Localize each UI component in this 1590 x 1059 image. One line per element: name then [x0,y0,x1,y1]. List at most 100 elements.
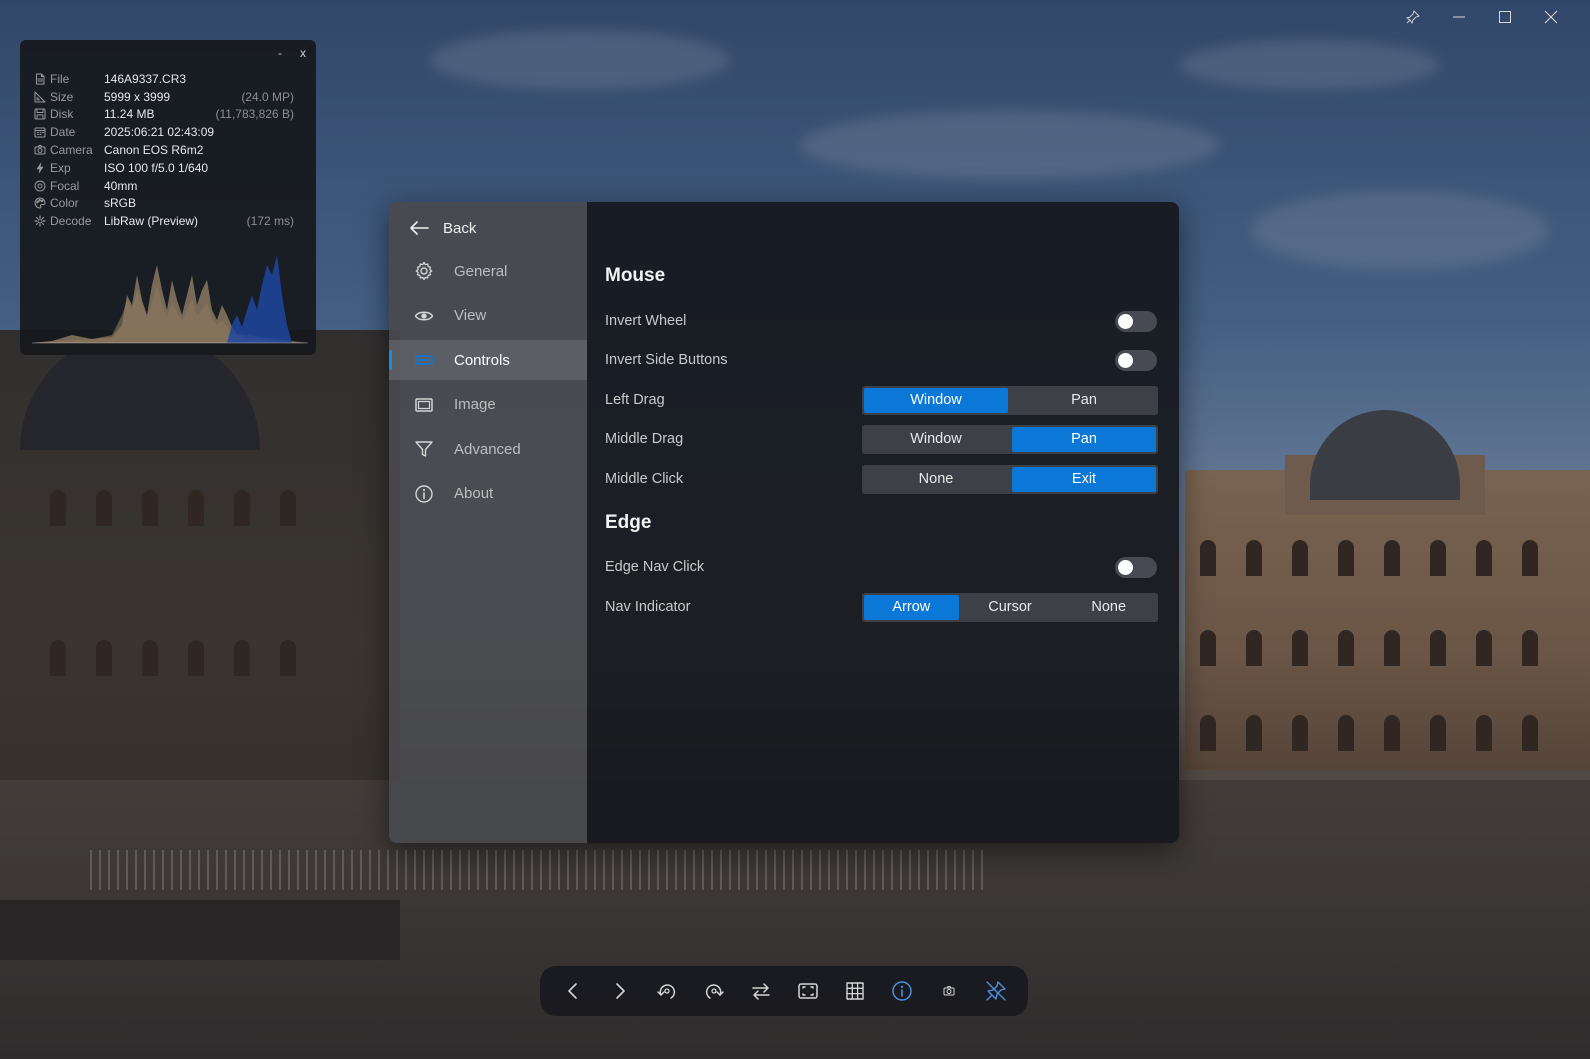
info-label: Color [50,196,79,211]
section-title-edge: Edge [605,512,652,533]
setting-label: Middle Drag [605,431,684,447]
invert-wheel-toggle[interactable] [1115,310,1157,332]
info-row: Camera Canon EOS R6m2 [32,141,294,159]
file-icon [32,73,48,85]
edge-nav-click-toggle[interactable] [1115,556,1157,578]
close-icon[interactable] [1528,6,1574,28]
setting-label: Invert Side Buttons [605,352,728,368]
camera-icon [32,144,48,156]
focal-icon [32,180,48,192]
info-label: Exp [50,160,71,175]
info-value: 146A9337.CR3 [104,71,187,86]
info-value: 2025:06:21 02:43:09 [104,125,215,140]
info-row: Focal 40mm [32,177,294,195]
nav-item-controls[interactable]: Controls [389,340,587,380]
setting-nav-indicator: Nav Indicator Arrow Cursor None [605,592,1158,622]
invert-side-buttons-toggle[interactable] [1115,349,1157,371]
setting-invert-side-buttons: Invert Side Buttons [605,345,1158,375]
info-row: Disk 11.24 MB (11,783,826 B) [32,106,294,124]
pin-icon[interactable] [1390,6,1436,28]
info-minimize-button[interactable]: - [278,46,282,60]
swap-icon[interactable] [743,973,779,1009]
segment-option-arrow[interactable]: Arrow [864,594,959,620]
segment-option-exit[interactable]: Exit [1012,466,1156,492]
info-label: Focal [50,178,80,193]
fit-screen-icon[interactable] [790,973,826,1009]
info-label: Decode [50,214,92,229]
arrow-left-icon [409,220,429,236]
setting-label: Edge Nav Click [605,559,705,575]
segment-option-none[interactable]: None [1061,595,1156,620]
calendar-icon [32,126,48,138]
flash-icon [32,162,48,174]
grid-icon[interactable] [837,973,873,1009]
camera-icon[interactable] [931,973,967,1009]
segment-option-pan[interactable]: Pan [1012,388,1156,413]
nav-label: About [454,485,494,502]
left-drag-segmented: Window Pan [862,385,1158,415]
info-value: 40mm [104,178,138,193]
setting-invert-wheel: Invert Wheel [605,306,1158,336]
segment-option-pan[interactable]: Pan [1012,426,1156,452]
nav-label: General [454,262,508,280]
eye-icon [414,306,434,326]
back-button[interactable]: Back [409,217,476,239]
info-label: Disk [50,107,74,122]
setting-middle-click: Middle Click None Exit [605,464,1158,494]
info-label: Date [50,125,76,140]
nav-item-view[interactable]: View [389,296,587,336]
nav-label: Controls [454,351,510,369]
gear-icon [414,261,434,281]
histogram [32,255,308,344]
setting-middle-drag: Middle Drag Window Pan [605,424,1158,454]
minimize-icon[interactable] [1436,6,1482,28]
decode-icon [32,215,48,227]
nav-item-general[interactable]: General [389,251,587,291]
rotate-left-icon[interactable] [649,973,685,1009]
info-label: Camera [50,143,93,158]
filter-icon [414,439,434,459]
disk-icon [32,108,48,120]
chevron-right-icon[interactable] [602,973,638,1009]
palette-icon [32,197,48,209]
window-controls [1390,6,1574,28]
segment-option-cursor[interactable]: Cursor [963,595,1058,620]
info-close-button[interactable]: x [300,46,306,60]
settings-content: Mouse Invert Wheel Invert Side Buttons L… [587,202,1179,843]
nav-item-about[interactable]: About [389,474,587,514]
info-extra: (172 ms) [246,214,294,229]
info-icon [414,484,434,504]
info-value: 11.24 MB [104,107,155,122]
middle-click-segmented: None Exit [862,464,1158,494]
segment-option-window[interactable]: Window [864,427,1008,452]
info-value: 5999 x 3999 [104,89,171,104]
nav-item-image[interactable]: Image [389,385,587,425]
info-row: Decode LibRaw (Preview) (172 ms) [32,212,294,230]
back-label: Back [443,219,477,237]
size-icon [32,91,48,103]
chevron-left-icon[interactable] [555,973,591,1009]
info-row: Color sRGB [32,195,294,213]
controls-icon [414,350,434,370]
info-circle-icon[interactable] [884,973,920,1009]
info-extra: (24.0 MP) [241,89,294,104]
nav-indicator-segmented: Arrow Cursor None [862,592,1158,622]
settings-dialog: Back General View Controls Image Advance… [389,202,1179,843]
section-title-mouse: Mouse [605,265,666,286]
info-row: Date 2025:06:21 02:43:09 [32,123,294,141]
setting-label: Middle Click [605,471,684,487]
unpin-icon[interactable] [978,973,1014,1009]
maximize-icon[interactable] [1482,6,1528,28]
setting-label: Invert Wheel [605,313,687,329]
rotate-right-icon[interactable] [696,973,732,1009]
info-value: Canon EOS R6m2 [104,143,204,158]
bottom-toolbar [540,966,1028,1016]
info-label: Size [50,89,74,104]
settings-sidebar: Back General View Controls Image Advance… [389,202,587,843]
nav-item-advanced[interactable]: Advanced [389,429,587,469]
middle-drag-segmented: Window Pan [862,424,1158,454]
segment-option-window[interactable]: Window [864,387,1008,413]
info-row: File 146A9337.CR3 [32,70,294,88]
info-rows: File 146A9337.CR3 Size 5999 x 3999 (24.0… [32,70,294,230]
segment-option-none[interactable]: None [864,467,1008,492]
